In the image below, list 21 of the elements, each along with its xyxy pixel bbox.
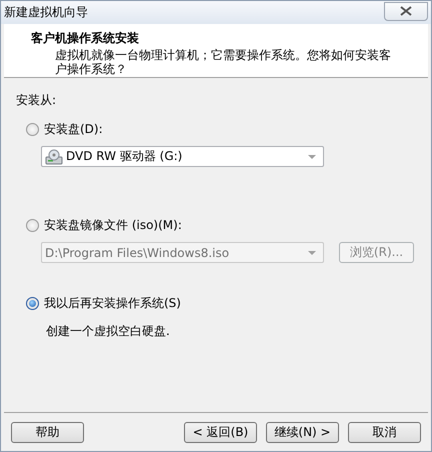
dialog-button[interactable]: 取消: [348, 422, 421, 442]
dialog-button[interactable]: < 返回(B): [184, 422, 257, 442]
install-from-label: 安装从:: [16, 92, 58, 108]
radio-label[interactable]: 安装盘(D):: [44, 121, 103, 138]
close-icon: [400, 6, 412, 16]
dialog-button[interactable]: 继续(N) >: [266, 422, 339, 442]
caret-icon: [308, 250, 316, 254]
caret-icon: [308, 154, 316, 158]
dialog-button[interactable]: 帮助: [11, 422, 84, 442]
header-title: 客户机操作系统安装: [31, 30, 140, 47]
radio-label[interactable]: 我以后再安装操作系统(S): [44, 295, 181, 312]
window-title: 新建虚拟机向导: [4, 4, 88, 21]
radio-button[interactable]: [26, 219, 39, 232]
radio-button[interactable]: [26, 123, 39, 136]
close-button[interactable]: [384, 2, 428, 20]
header-description: 虚拟机就像一台物理计算机；它需要操作系统。您将如何安装客户操作系统？: [55, 48, 392, 76]
radio-button[interactable]: [26, 297, 39, 310]
dropdown[interactable]: DVD RW 驱动器 (G:): [41, 146, 324, 167]
drive-icon: [45, 148, 63, 164]
radio-label[interactable]: 安装盘镜像文件 (iso)(M):: [44, 217, 182, 234]
option-description: 创建一个虚拟空白硬盘.: [46, 323, 171, 340]
